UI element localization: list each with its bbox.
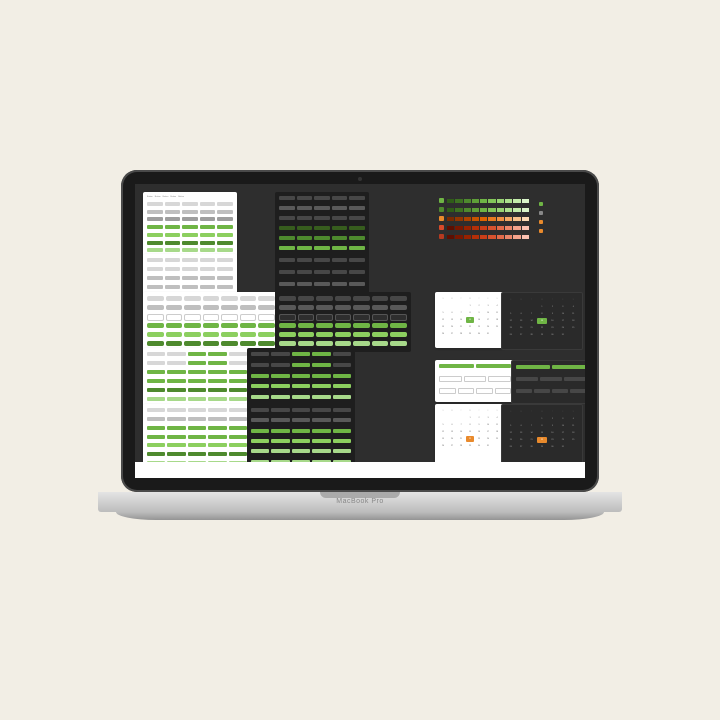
button-panel-dark-3: [247, 348, 355, 408]
taskbar: [135, 462, 585, 478]
design-canvas[interactable]: ButtonButtonButtonButtonButton: [135, 184, 585, 478]
chip-panel-light: [435, 360, 515, 402]
button-panel-light-2: [143, 254, 237, 296]
calendar-dark-orange: SMTWTFS123456789101112131415161718192021…: [501, 404, 583, 468]
chip-panel-dark: [511, 360, 585, 404]
laptop-base: MacBook Pro: [98, 492, 622, 512]
calendar-light-orange: SMTWTFS123456789101112131415161718192021…: [435, 404, 505, 466]
button-panel-dark-2: [275, 254, 369, 296]
calendar-light-green: SMTWTFS123456789101112131415161718192021…: [435, 292, 505, 348]
color-ramps: [435, 194, 533, 262]
button-panel-dark-wide: [275, 292, 411, 352]
laptop-frame: ButtonButtonButtonButtonButton: [98, 170, 622, 534]
button-panel-light-3: [143, 348, 251, 408]
device-label: MacBook Pro: [98, 498, 622, 505]
button-panel-light-wide: [143, 292, 279, 352]
button-panel-dark-1: [275, 192, 369, 258]
camera-dot: [358, 177, 362, 181]
button-panel-light-1: ButtonButtonButtonButtonButton: [143, 192, 237, 258]
color-dots: [535, 198, 573, 266]
laptop-foot: [116, 512, 604, 520]
calendar-dark-a: SMTWTFS123456789101112131415161718192021…: [501, 292, 583, 350]
screen-bezel: ButtonButtonButtonButtonButton: [121, 170, 599, 492]
screen: ButtonButtonButtonButtonButton: [135, 184, 585, 478]
